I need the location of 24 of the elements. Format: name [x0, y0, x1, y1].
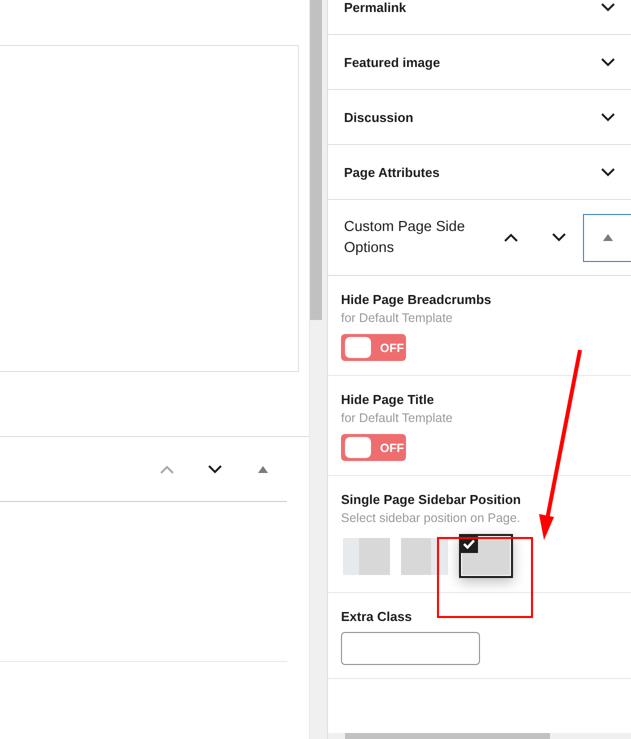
chevron-icon: [601, 58, 615, 66]
text-field[interactable]: [341, 632, 480, 665]
field-hint: Select sidebar position on Page.: [341, 510, 522, 527]
layout-option[interactable]: [459, 534, 513, 578]
field-label: Hide Page Breadcrumbs: [341, 291, 492, 309]
panel-header[interactable]: Page Attributes: [328, 145, 631, 200]
field-hint: for Default Template: [341, 310, 454, 327]
panel-header[interactable]: Discussion: [328, 90, 631, 145]
check-icon: [462, 538, 474, 548]
chevron-icon: [601, 112, 615, 122]
field-label: Hide Page Title: [341, 391, 435, 409]
field-hint: for Default Template: [341, 410, 454, 427]
scrollbar-thumb[interactable]: [310, 0, 322, 320]
chevron-icon: [601, 168, 615, 176]
panel-header[interactable]: Permalink: [328, 0, 631, 35]
chevron-icon: [601, 2, 615, 12]
panel-title: Custom Page Side Options: [344, 218, 466, 258]
panel-header[interactable]: Featured image: [328, 35, 631, 90]
field-label: Extra Class: [341, 608, 413, 626]
collapse-button[interactable]: [583, 214, 631, 262]
scrollbar-thumb[interactable]: [345, 733, 550, 739]
field-label: Single Page Sidebar Position: [341, 491, 522, 509]
triangle-up-icon: [258, 466, 268, 472]
triangle-up-icon: [602, 234, 612, 241]
